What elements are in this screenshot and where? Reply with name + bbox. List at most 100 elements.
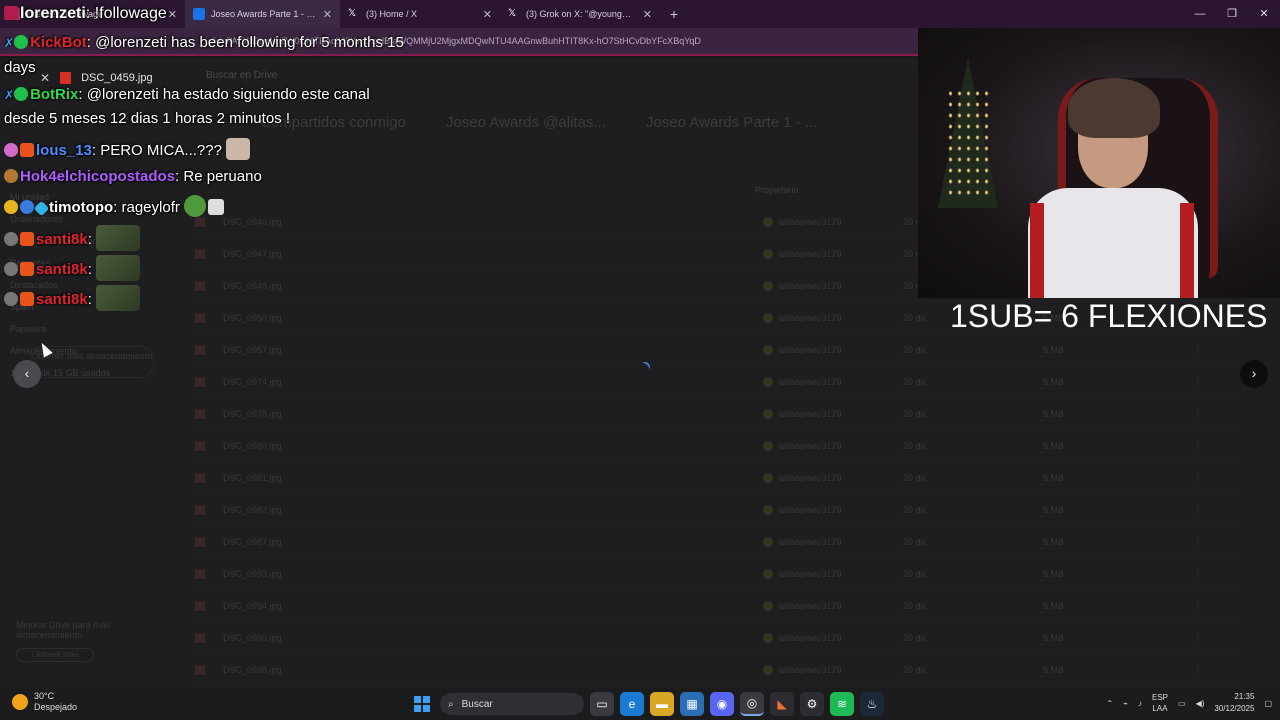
more-options-icon[interactable]: ⋮ — [1193, 568, 1202, 579]
close-tab-icon[interactable]: ✕ — [483, 8, 492, 21]
more-options-icon[interactable]: ⋮ — [1193, 408, 1202, 419]
file-row[interactable]: DSC_0995.jpg alitasjoseo3179 20 dic 5 MB ⋮ — [195, 622, 1235, 654]
spotify-icon[interactable]: ≋ — [830, 692, 854, 716]
clock-time: 21:35 — [1234, 692, 1255, 701]
file-date: 20 dic — [903, 472, 928, 483]
more-options-icon[interactable]: ⋮ — [1193, 664, 1202, 675]
tab-grok[interactable]: 𝕏 (3) Grok on X: "@youngmirko3 ✕ — [500, 0, 660, 28]
network-icon[interactable]: ⌁ — [1123, 699, 1128, 708]
maximize-icon[interactable]: ❐ — [1216, 0, 1248, 28]
tab-x-home[interactable]: 𝕏 (3) Home / X ✕ — [340, 0, 500, 28]
clock[interactable]: 21:35 30/12/2025 — [1214, 691, 1254, 715]
image-file-icon — [195, 472, 205, 483]
image-file-icon — [195, 632, 205, 643]
chat-text: Re peruano — [183, 168, 262, 185]
file-name: DSC_0974.jpg — [223, 376, 282, 387]
avatar — [763, 632, 773, 643]
volume-icon[interactable]: ◀) — [1196, 699, 1205, 708]
store-icon[interactable]: ▦ — [680, 692, 704, 716]
file-row[interactable]: DSC_0987.jpg alitasjoseo3179 20 dic 5 MB ⋮ — [195, 526, 1235, 558]
file-row[interactable]: DSC_0978.jpg alitasjoseo3179 20 dic 5 MB ⋮ — [195, 398, 1235, 430]
column-header-owner[interactable]: Propietario — [755, 185, 799, 195]
chat-message: santi8k: — [4, 225, 140, 251]
file-size: 5 MB — [1043, 408, 1065, 419]
get-more-storage-button[interactable]: Obtener más — [16, 648, 94, 662]
file-row[interactable]: DSC_0980.jpg alitasjoseo3179 20 dic 5 MB ⋮ — [195, 430, 1235, 462]
owner-name: alitasjoseo3179 — [779, 312, 842, 323]
chat-username: lous_13 — [36, 142, 92, 159]
chrome-icon[interactable]: ◎ — [740, 692, 764, 716]
file-name: DSC_0946.jpg — [223, 216, 282, 227]
more-options-icon[interactable]: ⋮ — [1193, 440, 1202, 451]
file-row[interactable]: DSC_0982.jpg alitasjoseo3179 20 dic 5 MB ⋮ — [195, 494, 1235, 526]
microphone-icon[interactable]: ♪ — [1138, 699, 1142, 708]
weather-widget[interactable]: 30°C Despejado — [12, 691, 77, 713]
file-owner: alitasjoseo3179 — [763, 312, 903, 323]
file-name: DSC_0978.jpg — [223, 408, 282, 419]
edge-icon[interactable]: e — [620, 692, 644, 716]
close-icon[interactable]: ✕ — [40, 71, 50, 85]
chat-username: BotRix — [30, 86, 79, 103]
file-name: DSC_0994.jpg — [223, 600, 282, 611]
task-view-icon[interactable]: ▭ — [590, 692, 614, 716]
file-row[interactable]: DSC_0957.jpg alitasjoseo3179 20 dic 5 MB ⋮ — [195, 334, 1235, 366]
more-options-icon[interactable]: ⋮ — [1193, 632, 1202, 643]
file-size: 5 MB — [1043, 632, 1065, 643]
discord-icon[interactable]: ◉ — [710, 692, 734, 716]
file-explorer-icon[interactable]: ▬ — [650, 692, 674, 716]
new-tab-button[interactable]: + — [660, 6, 688, 22]
file-owner: alitasjoseo3179 — [763, 472, 903, 483]
chat-username: santi8k — [36, 291, 88, 308]
language-indicator[interactable]: ESP LAA — [1152, 692, 1168, 714]
app-icon[interactable]: ◣ — [770, 692, 794, 716]
minimize-icon[interactable]: — — [1184, 0, 1216, 28]
more-options-icon[interactable]: ⋮ — [1193, 536, 1202, 547]
close-tab-icon[interactable]: ✕ — [168, 8, 177, 21]
more-options-icon[interactable]: ⋮ — [1193, 600, 1202, 611]
file-row[interactable]: DSC_0994.jpg alitasjoseo3179 20 dic 5 MB ⋮ — [195, 590, 1235, 622]
next-image-button[interactable]: › — [1240, 360, 1268, 388]
image-file-icon — [195, 600, 205, 611]
breadcrumb-item[interactable]: Joseo Awards @alitas... — [446, 114, 606, 131]
tab-drive[interactable]: Joseo Awards Parte 1 - @alita... ✕ — [185, 0, 340, 28]
hands-emote-image — [207, 199, 224, 215]
chevron-up-icon[interactable]: ⌃ — [1106, 699, 1113, 708]
file-owner: alitasjoseo3179 — [763, 632, 903, 643]
file-row[interactable]: DSC_0981.jpg alitasjoseo3179 20 dic 5 MB ⋮ — [195, 462, 1235, 494]
more-options-icon[interactable]: ⋮ — [1193, 504, 1202, 515]
file-size: 5 MB — [1043, 376, 1065, 387]
system-tray: ⌃ ⌁ ♪ ESP LAA ▭ ◀) 21:35 30/12/2025 ▢ — [1106, 691, 1272, 715]
more-options-icon[interactable]: ⋮ — [1193, 344, 1202, 355]
search-placeholder: Buscar — [461, 698, 493, 710]
steam-icon[interactable]: ♨ — [860, 692, 884, 716]
sidebar-item[interactable]: Papelera — [10, 324, 160, 346]
file-size: 5 MB — [1043, 536, 1065, 547]
taskbar-search-input[interactable]: ⌕ Buscar — [440, 693, 584, 715]
file-owner: alitasjoseo3179 — [763, 216, 903, 227]
more-options-icon[interactable]: ⋮ — [1193, 376, 1202, 387]
file-row[interactable]: DSC_0993.jpg alitasjoseo3179 20 dic 5 MB ⋮ — [195, 558, 1235, 590]
tier-badge-icon — [20, 200, 34, 214]
image-file-icon — [195, 216, 205, 227]
notifications-icon[interactable]: ▢ — [1264, 699, 1272, 708]
more-options-icon[interactable]: ⋮ — [1193, 472, 1202, 483]
settings-icon[interactable]: ⚙ — [800, 692, 824, 716]
display-icon[interactable]: ▭ — [1178, 699, 1186, 708]
chat-text: rageylofr — [121, 199, 180, 216]
file-row[interactable]: DSC_0974.jpg alitasjoseo3179 20 dic 5 MB ⋮ — [195, 366, 1235, 398]
chat-header: lorenzeti: !followage — [4, 5, 167, 23]
close-tab-icon[interactable]: ✕ — [323, 8, 332, 21]
diamond-badge-icon — [33, 200, 50, 217]
close-window-icon[interactable]: ✕ — [1248, 0, 1280, 28]
avatar — [763, 344, 773, 355]
file-size: 5 MB — [1043, 504, 1065, 515]
windows-start-icon[interactable] — [410, 692, 434, 716]
file-name: DSC_0987.jpg — [223, 536, 282, 547]
file-row[interactable]: DSC_0998.jpg alitasjoseo3179 20 dic 5 MB ⋮ — [195, 654, 1235, 686]
streamer-hair-image — [1068, 78, 1160, 138]
file-date: 20 dic — [903, 568, 928, 579]
close-tab-icon[interactable]: ✕ — [643, 8, 652, 21]
previous-image-button[interactable]: ‹ — [13, 360, 41, 388]
file-owner: alitasjoseo3179 — [763, 408, 903, 419]
breadcrumb-item[interactable]: Joseo Awards Parte 1 - ... — [646, 114, 817, 131]
